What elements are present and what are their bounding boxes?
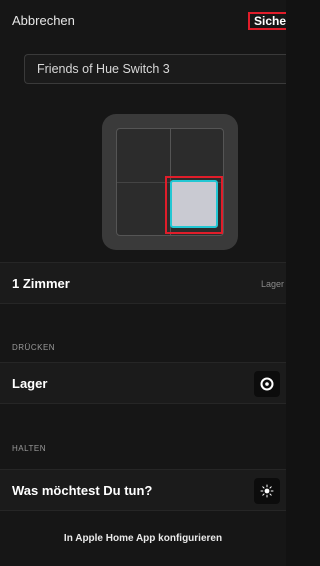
selected-button-highlight	[165, 176, 223, 234]
switch-illustration	[102, 114, 238, 250]
room-icon[interactable]	[254, 371, 280, 397]
screen: Abbrechen Sichern Friends of Hue Switch …	[0, 0, 286, 566]
header: Abbrechen Sichern	[0, 0, 286, 44]
hold-action-label: Was möchtest Du tun?	[12, 483, 153, 498]
press-section-title: DRÜCKEN	[12, 343, 56, 352]
cancel-button[interactable]: Abbrechen	[12, 13, 75, 28]
press-action-label: Lager	[12, 376, 48, 391]
rooms-row[interactable]: 1 Zimmer Lager	[0, 262, 286, 304]
hold-action-row[interactable]: Was möchtest Du tun?	[0, 469, 286, 511]
press-action-row[interactable]: Lager	[0, 362, 286, 404]
sun-icon[interactable]	[254, 478, 280, 504]
apple-home-link[interactable]: In Apple Home App konfigurieren	[0, 524, 286, 554]
save-button[interactable]: Sichern	[248, 12, 286, 30]
hold-section-title: HALTEN	[12, 444, 46, 453]
switch-name-field[interactable]: Friends of Hue Switch 3	[24, 54, 286, 84]
rooms-value: Lager	[260, 279, 284, 289]
rooms-label: 1 Zimmer	[12, 276, 70, 291]
